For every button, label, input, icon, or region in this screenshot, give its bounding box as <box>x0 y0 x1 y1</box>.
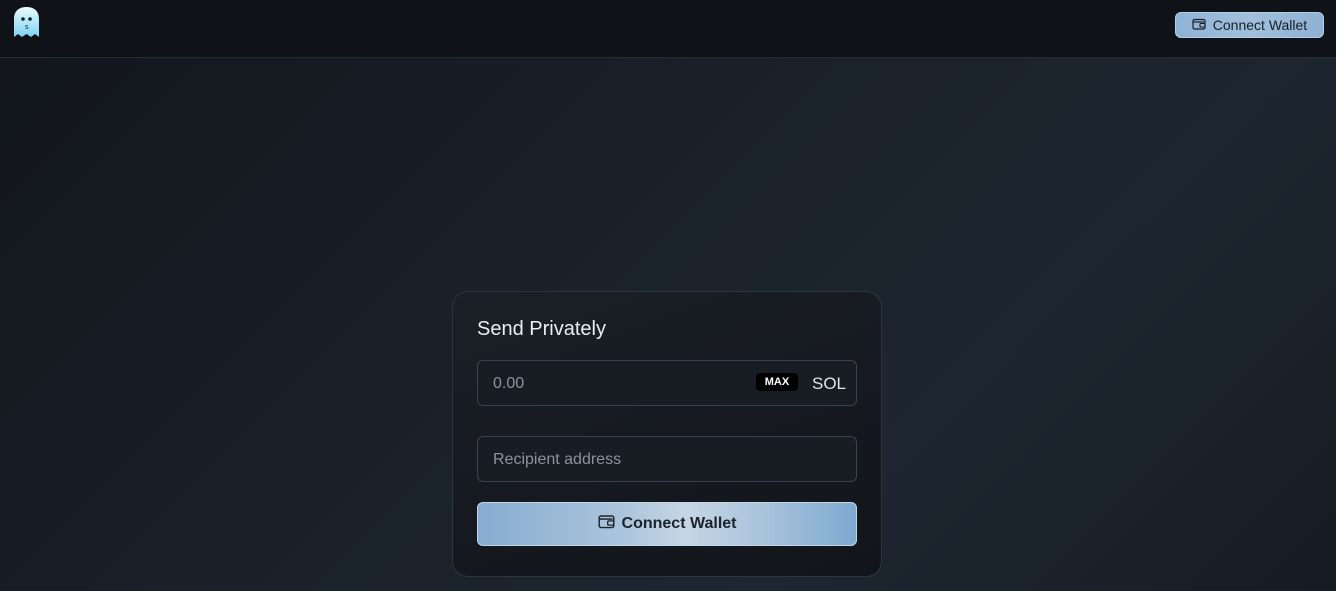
wallet-icon <box>1192 17 1206 33</box>
connect-wallet-main-label: Connect Wallet <box>621 515 737 532</box>
card-title: Send Privately <box>477 318 606 340</box>
currency-unit: SOL <box>812 374 847 393</box>
send-privately-card: Send Privately MAX SOL Connect Wallet <box>452 291 882 577</box>
amount-field[interactable]: MAX SOL <box>477 360 857 406</box>
wallet-icon <box>598 514 615 534</box>
connect-wallet-label: Connect Wallet <box>1212 17 1308 33</box>
connect-wallet-button[interactable]: Connect Wallet <box>1175 12 1324 38</box>
recipient-field[interactable] <box>477 436 857 482</box>
max-button[interactable]: MAX <box>756 373 798 391</box>
svg-text:s: s <box>25 24 29 31</box>
connect-wallet-main-button[interactable]: Connect Wallet <box>477 502 857 546</box>
top-bar: s Connect Wallet <box>0 0 1336 58</box>
ghost-logo-icon[interactable]: s <box>10 5 43 39</box>
amount-input[interactable] <box>493 373 743 395</box>
recipient-address-input[interactable] <box>493 449 843 471</box>
